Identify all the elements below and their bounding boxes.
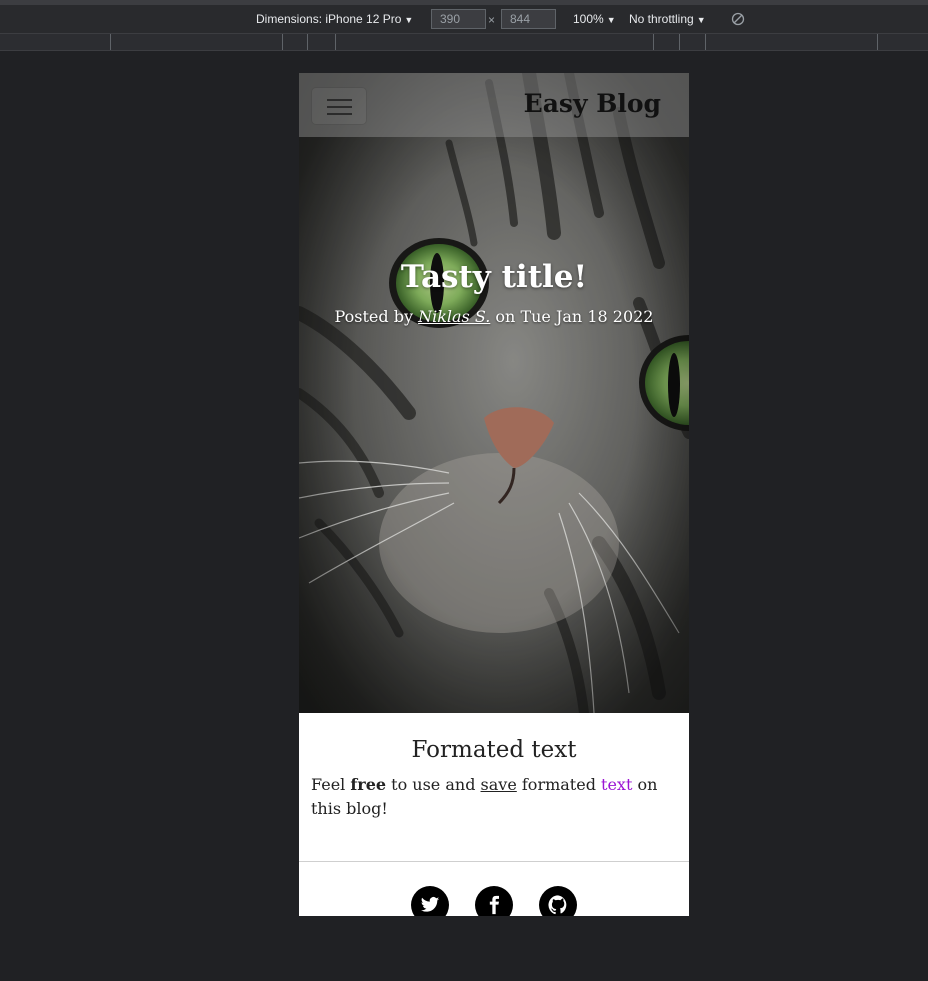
chevron-down-icon: ▼: [696, 15, 706, 25]
colored-text: text: [601, 775, 633, 794]
brand-link[interactable]: Easy Blog: [524, 87, 661, 121]
author-link[interactable]: Niklas S.: [418, 307, 490, 326]
media-query-segment[interactable]: [705, 34, 706, 50]
device-viewport: Easy Blog Tasty title! Posted by Niklas …: [299, 73, 689, 916]
media-query-segment[interactable]: [307, 34, 308, 50]
facebook-icon: [489, 895, 499, 915]
zoom-label: 100%: [573, 12, 604, 26]
dimensions-dropdown[interactable]: Dimensions: iPhone 12 Pro ▼: [256, 11, 413, 28]
post-meta: Posted by Niklas S. on Tue Jan 18 2022: [299, 307, 689, 326]
post-date: on Tue Jan 18 2022: [490, 307, 654, 326]
hamburger-menu-icon: [327, 106, 352, 108]
twitter-link[interactable]: [411, 886, 449, 916]
posted-by-prefix: Posted by: [334, 307, 419, 326]
post-heading: Formated text: [411, 737, 577, 763]
hero-header: Easy Blog Tasty title! Posted by Niklas …: [299, 73, 689, 713]
media-query-bar: [0, 34, 928, 51]
media-query-segment[interactable]: [110, 34, 111, 50]
throttling-label: No throttling: [629, 12, 694, 26]
chevron-down-icon: ▼: [606, 15, 616, 25]
height-input[interactable]: [501, 9, 556, 29]
media-query-segment[interactable]: [877, 34, 878, 50]
times-sign: ×: [488, 13, 496, 27]
width-input[interactable]: [431, 9, 486, 29]
github-icon: [548, 895, 567, 915]
device-toolbar: Dimensions: iPhone 12 Pro▼ × 100%▼ No th…: [0, 0, 928, 34]
bold-text: free: [350, 775, 387, 794]
underlined-text: save: [480, 775, 517, 794]
text-segment: Feel: [311, 775, 351, 794]
hamburger-menu-icon: [327, 99, 352, 101]
navbar: Easy Blog: [299, 73, 689, 137]
throttling-dropdown[interactable]: No throttling ▼: [629, 11, 706, 28]
media-query-segment[interactable]: [282, 34, 283, 50]
post-title: Tasty title!: [400, 259, 588, 295]
media-query-segment[interactable]: [653, 34, 654, 50]
twitter-icon: [420, 897, 440, 912]
rotate-icon[interactable]: [731, 12, 745, 26]
text-segment: to use and: [386, 775, 481, 794]
post-content: Formated text Feel free to use and save …: [299, 713, 689, 821]
media-query-segment[interactable]: [335, 34, 336, 50]
cat-background-image: [299, 73, 689, 713]
text-segment: formated: [516, 775, 602, 794]
media-query-segment[interactable]: [679, 34, 680, 50]
zoom-dropdown[interactable]: 100% ▼: [573, 11, 616, 28]
chevron-down-icon: ▼: [404, 15, 414, 25]
github-link[interactable]: [539, 886, 577, 916]
facebook-link[interactable]: [475, 886, 513, 916]
footer-divider: [299, 861, 689, 862]
post-paragraph: Feel free to use and save formated text …: [311, 773, 677, 821]
dimensions-label: Dimensions: iPhone 12 Pro: [256, 12, 402, 26]
menu-toggle-button[interactable]: [311, 87, 367, 125]
hamburger-menu-icon: [327, 113, 352, 115]
